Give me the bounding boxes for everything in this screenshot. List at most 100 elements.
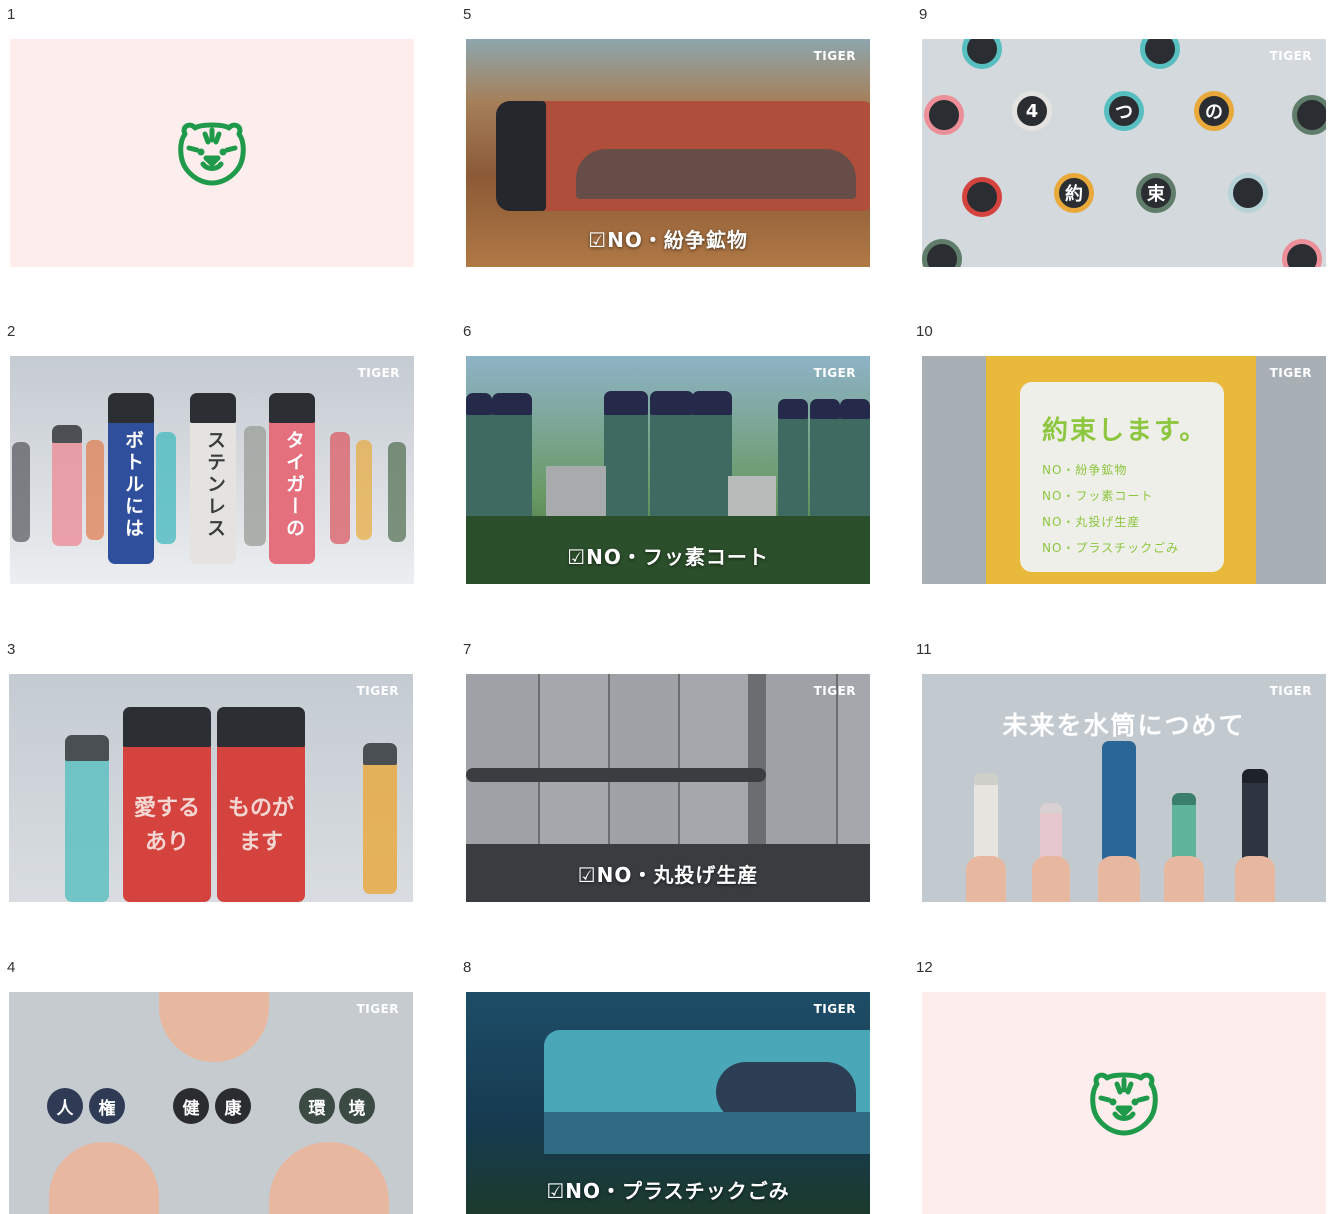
frame-number: 7 bbox=[463, 641, 472, 658]
hand bbox=[1235, 856, 1275, 902]
bottle-top bbox=[962, 177, 1002, 217]
hand bbox=[49, 1142, 159, 1214]
frame-number: 8 bbox=[463, 959, 472, 976]
frame-4-hands-caps: TIGER 人 権 健 康 環 境 bbox=[9, 992, 413, 1214]
frame-5-conflict-minerals: TIGER ☑NO・紛争鉱物 bbox=[466, 39, 870, 267]
bottle bbox=[330, 432, 350, 544]
tiger-brand-mark: TIGER bbox=[1269, 366, 1312, 380]
frame-number: 5 bbox=[463, 6, 472, 23]
tiger-brand-mark: TIGER bbox=[1269, 49, 1312, 63]
bottle-top bbox=[1282, 239, 1322, 267]
tiger-brand-mark: TIGER bbox=[813, 1002, 856, 1016]
card-item: NO・プラスチックごみ bbox=[1042, 541, 1180, 555]
bottle-top bbox=[1140, 39, 1180, 69]
cap-with-character: 健 bbox=[173, 1088, 209, 1124]
frame-8-plastic-waste: TIGER ☑NO・プラスチックごみ bbox=[466, 992, 870, 1214]
bottle bbox=[974, 773, 998, 864]
bottle-top bbox=[1228, 173, 1268, 213]
bottle bbox=[12, 442, 30, 542]
hand bbox=[1164, 856, 1204, 902]
tiger-brand-mark: TIGER bbox=[356, 1002, 399, 1016]
bottle-text: タイガーの bbox=[283, 430, 305, 540]
bottle bbox=[1242, 769, 1268, 864]
bottle bbox=[363, 743, 397, 894]
caption: ☑NO・丸投げ生産 bbox=[577, 863, 759, 887]
hand bbox=[1098, 856, 1140, 902]
bottle-text: ものが ます bbox=[227, 796, 294, 855]
bottle-text: ステンレス bbox=[204, 430, 226, 540]
frame-9-four-promises: 4 つ の 約 束 TIGER bbox=[922, 39, 1326, 267]
frame-number: 12 bbox=[916, 959, 933, 976]
bottle bbox=[86, 440, 104, 540]
bottle-text: ボトルには bbox=[122, 430, 144, 540]
bottle bbox=[52, 425, 82, 546]
frame-number: 1 bbox=[7, 6, 16, 23]
cap-with-character: 境 bbox=[339, 1088, 375, 1124]
cap-with-character: の bbox=[1194, 91, 1234, 131]
cap-with-character: 環 bbox=[299, 1088, 335, 1124]
bottle bbox=[356, 440, 372, 540]
bottle bbox=[680, 674, 748, 844]
bottle bbox=[540, 674, 608, 844]
tiger-brand-mark: TIGER bbox=[813, 49, 856, 63]
frame-number: 9 bbox=[919, 6, 928, 23]
promise-card: 約束します。 NO・紛争鉱物 NO・フッ素コート NO・丸投げ生産 NO・プラス… bbox=[1020, 382, 1224, 572]
bottle-top bbox=[1292, 95, 1326, 135]
frame-number: 6 bbox=[463, 323, 472, 340]
hand bbox=[159, 992, 269, 1062]
tiger-brand-mark: TIGER bbox=[357, 366, 400, 380]
frame-10-promise-card: TIGER 約束します。 NO・紛争鉱物 NO・フッ素コート NO・丸投げ生産 … bbox=[922, 356, 1326, 584]
tiger-brand-mark: TIGER bbox=[356, 684, 399, 698]
caption: ☑NO・紛争鉱物 bbox=[588, 228, 748, 252]
card-title: 約束します。 bbox=[1042, 416, 1208, 446]
headline: 未来を水筒につめて bbox=[1002, 711, 1246, 740]
card-item: NO・丸投げ生産 bbox=[1042, 515, 1141, 529]
card-item: NO・フッ素コート bbox=[1042, 489, 1154, 503]
tiger-brand-mark: TIGER bbox=[1269, 684, 1312, 698]
frame-number: 10 bbox=[916, 323, 933, 340]
bottle bbox=[766, 674, 836, 844]
frame-12-tiger-logo-card bbox=[922, 992, 1326, 1214]
cap-with-character: 4 bbox=[1012, 91, 1052, 131]
frame-11-future-bottles: TIGER 未来を水筒につめて bbox=[922, 674, 1326, 902]
tiger-logo-icon bbox=[178, 122, 246, 186]
bottle bbox=[1172, 793, 1196, 864]
bottle bbox=[1102, 741, 1136, 864]
hand bbox=[269, 1142, 389, 1214]
frame-7-outsourced-production: TIGER ☑NO・丸投げ生産 bbox=[466, 674, 870, 902]
cap-with-character: 権 bbox=[89, 1088, 125, 1124]
frame-number: 2 bbox=[7, 323, 16, 340]
bottle-text: 愛する あり bbox=[133, 796, 200, 855]
cap-with-character: つ bbox=[1104, 91, 1144, 131]
tiger-logo-icon bbox=[1090, 1072, 1158, 1136]
bottle-cap bbox=[496, 101, 546, 211]
miners-illustration bbox=[576, 149, 856, 199]
frame-1-tiger-logo-card bbox=[10, 39, 414, 267]
bottle bbox=[65, 735, 109, 902]
frame-2-bottle-lineup: TIGER ボトルには ステンレス タイガーの bbox=[10, 356, 414, 584]
cap-with-character: 康 bbox=[215, 1088, 251, 1124]
tiger-brand-mark: TIGER bbox=[813, 366, 856, 380]
bottle bbox=[838, 674, 870, 844]
cap-with-character: 束 bbox=[1136, 173, 1176, 213]
caption: ☑NO・フッ素コート bbox=[567, 545, 769, 569]
wave-illustration bbox=[544, 1112, 870, 1154]
frame-number: 3 bbox=[7, 641, 16, 658]
bottle bbox=[156, 432, 176, 544]
conveyor-belt bbox=[466, 768, 766, 782]
tiger-brand-mark: TIGER bbox=[813, 684, 856, 698]
bottle bbox=[610, 674, 678, 844]
frame-3-red-bottles: TIGER 愛する あり ものが ます bbox=[9, 674, 413, 902]
bottle bbox=[244, 426, 266, 546]
cap-with-character: 人 bbox=[47, 1088, 83, 1124]
hand bbox=[966, 856, 1006, 902]
frame-6-fluorine-coating: TIGER ☑NO・フッ素コート bbox=[466, 356, 870, 584]
card-item: NO・紛争鉱物 bbox=[1042, 463, 1128, 477]
bottle bbox=[388, 442, 406, 542]
bottle-top bbox=[922, 239, 962, 267]
bottle bbox=[466, 674, 538, 844]
bottle-top bbox=[962, 39, 1002, 69]
bottle-top bbox=[924, 95, 964, 135]
frame-number: 4 bbox=[7, 959, 16, 976]
hand bbox=[1032, 856, 1070, 902]
